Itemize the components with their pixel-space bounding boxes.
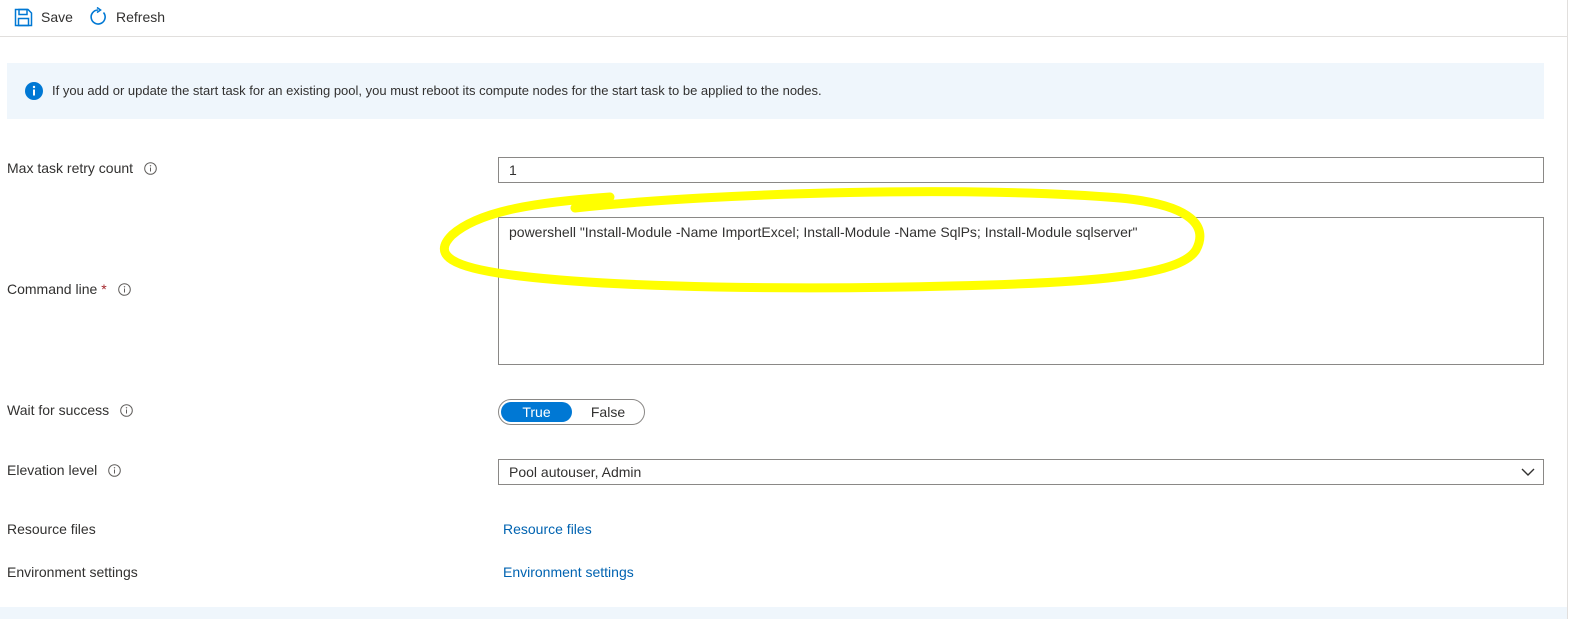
info-message-text: If you add or update the start task for … (52, 83, 822, 98)
command-line-label-text: Command line (7, 281, 98, 297)
toggle-option-true[interactable]: True (501, 402, 572, 422)
info-message-bar: If you add or update the start task for … (7, 63, 1544, 119)
info-hint-icon[interactable] (117, 282, 131, 296)
resource-files-label-text: Resource files (7, 521, 96, 537)
elevation-level-dropdown[interactable]: Pool autouser, Admin (498, 459, 1544, 485)
elevation-level-label-text: Elevation level (7, 462, 98, 478)
refresh-button[interactable]: Refresh (88, 5, 165, 29)
save-button[interactable]: Save (14, 5, 73, 29)
bottom-banner-edge (0, 607, 1568, 619)
panel-right-border (1567, 0, 1568, 619)
save-icon (14, 8, 33, 26)
retry-count-label: Max task retry count (7, 158, 157, 178)
chevron-down-icon (1521, 468, 1535, 476)
info-hint-icon[interactable] (120, 403, 133, 417)
refresh-label: Refresh (116, 9, 166, 25)
wait-for-success-toggle[interactable]: True False (498, 399, 645, 425)
elevation-level-value: Pool autouser, Admin (509, 464, 642, 480)
retry-count-label-text: Max task retry count (7, 160, 134, 176)
required-marker: * (101, 281, 107, 297)
retry-count-input[interactable]: 1 (498, 157, 1544, 183)
command-bar: Save Refresh (0, 0, 1568, 37)
info-icon (25, 82, 43, 100)
wait-for-success-label: Wait for success (7, 400, 133, 420)
toggle-option-false[interactable]: False (573, 402, 643, 422)
command-line-textarea[interactable]: powershell "Install-Module -Name ImportE… (498, 217, 1544, 365)
environment-settings-link[interactable]: Environment settings (503, 562, 634, 582)
environment-settings-label: Environment settings (7, 562, 138, 582)
resource-files-link[interactable]: Resource files (503, 519, 592, 539)
info-hint-icon[interactable] (108, 463, 122, 477)
resource-files-label: Resource files (7, 519, 96, 539)
elevation-level-label: Elevation level (7, 460, 122, 480)
environment-settings-label-text: Environment settings (7, 564, 138, 580)
refresh-icon (90, 7, 106, 25)
command-line-label: Command line * (7, 279, 131, 299)
info-hint-icon[interactable] (144, 161, 157, 175)
wait-for-success-label-text: Wait for success (7, 402, 110, 418)
save-label: Save (41, 9, 73, 25)
